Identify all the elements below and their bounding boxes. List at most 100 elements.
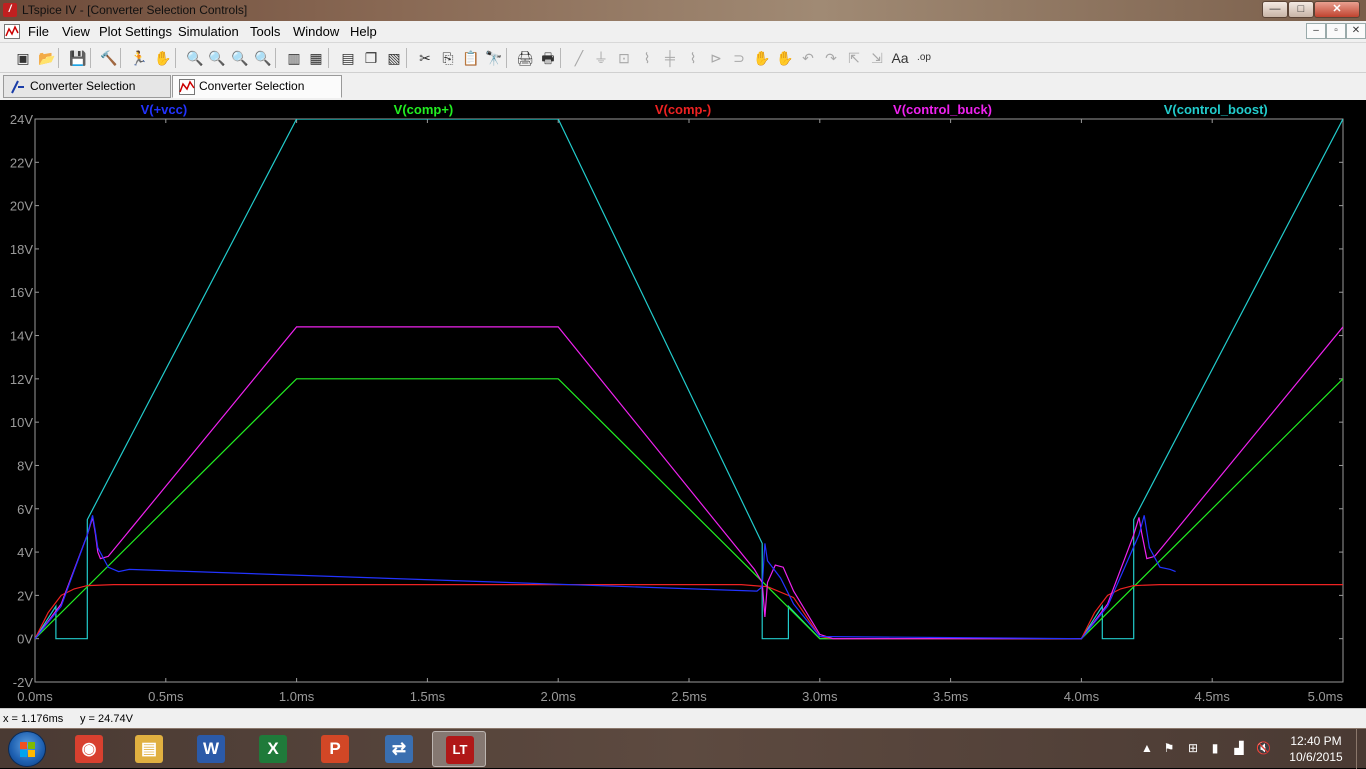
legend-label: V(control_boost) bbox=[1164, 102, 1268, 117]
action-center-flag-icon[interactable]: ⚑ bbox=[1162, 741, 1176, 755]
find-icon[interactable]: 🔭 bbox=[484, 48, 504, 68]
series-line-Vcontrol_buck bbox=[35, 326, 1343, 640]
zoom-in-icon[interactable]: 🔍 bbox=[185, 48, 205, 68]
menu-tools[interactable]: Tools bbox=[250, 24, 280, 39]
mirror-icon[interactable]: ⇲ bbox=[867, 48, 887, 68]
print-preview-icon[interactable]: 🖨 bbox=[515, 48, 535, 68]
taskbar-excel-button[interactable]: X bbox=[246, 731, 300, 767]
zoom-back-icon[interactable]: 🔍 bbox=[207, 48, 227, 68]
new-schematic-icon[interactable]: ▣ bbox=[13, 48, 33, 68]
tab-waveform[interactable]: Converter Selection Controls bbox=[172, 75, 342, 114]
save-icon[interactable]: 💾 bbox=[68, 48, 88, 68]
run-icon[interactable]: 🏃 bbox=[129, 48, 149, 68]
resistor-icon[interactable]: ⌇ bbox=[637, 48, 657, 68]
taskbar-word-button[interactable]: W bbox=[184, 731, 238, 767]
taskbar-powerpoint-button[interactable]: P bbox=[308, 731, 362, 767]
network-signal-icon[interactable]: ▟ bbox=[1232, 741, 1246, 755]
copy-icon[interactable]: ⎘ bbox=[438, 48, 458, 68]
cascade-icon[interactable]: ❐ bbox=[361, 48, 381, 68]
capacitor-icon[interactable]: ╪ bbox=[660, 48, 680, 68]
mdi-restore-button[interactable]: ▫ bbox=[1326, 23, 1346, 39]
tab-schematic[interactable]: Converter Selection Controls bbox=[3, 75, 171, 114]
wire-icon[interactable]: ╱ bbox=[569, 48, 589, 68]
remote-icon: ⇄ bbox=[385, 735, 413, 763]
title-bar[interactable]: / LTspice IV - [Converter Selection Cont… bbox=[0, 0, 1366, 21]
menu-window[interactable]: Window bbox=[293, 24, 339, 39]
x-tick-label: 0.5ms bbox=[148, 689, 184, 704]
close-button[interactable]: ✕ bbox=[1314, 1, 1360, 18]
ground-icon[interactable]: ⏚ bbox=[591, 48, 611, 68]
excel-icon: X bbox=[259, 735, 287, 763]
mdi-close-button[interactable]: ✕ bbox=[1346, 23, 1366, 39]
toolbar-separator bbox=[275, 48, 276, 68]
show-desktop-button[interactable] bbox=[1356, 729, 1366, 769]
print-icon[interactable]: 🖶 bbox=[538, 48, 558, 68]
rotate-icon[interactable]: ⇱ bbox=[844, 48, 864, 68]
taskbar-remote-button[interactable]: ⇄ bbox=[372, 731, 426, 767]
show-hidden-icons-icon[interactable]: ▲ bbox=[1140, 741, 1154, 755]
maximize-button[interactable]: □ bbox=[1288, 1, 1314, 18]
y-tick-label: 22V bbox=[10, 155, 33, 170]
menu-plot-settings[interactable]: Plot Settings bbox=[99, 24, 172, 39]
drag-icon[interactable]: ✋ bbox=[775, 48, 795, 68]
windows-flag-icon bbox=[20, 742, 35, 757]
tile-horizontal-icon[interactable]: ▤ bbox=[338, 48, 358, 68]
system-tray: ▲ ⚑ ⊞ ▮ ▟ 🔇 bbox=[1138, 733, 1278, 765]
move-icon[interactable]: ✋ bbox=[752, 48, 772, 68]
toolbar-separator bbox=[58, 48, 59, 68]
taskbar-ltspice-button[interactable]: LT bbox=[432, 731, 486, 767]
control-panel-icon[interactable]: 🔨 bbox=[99, 48, 119, 68]
text-icon[interactable]: Aa bbox=[890, 48, 910, 68]
taskbar-chrome-button[interactable]: ◉ bbox=[62, 731, 116, 767]
clock-date[interactable]: 10/6/2015 bbox=[1284, 750, 1348, 764]
undo-icon[interactable]: ↶ bbox=[798, 48, 818, 68]
series-line-Vvcc bbox=[35, 515, 1176, 640]
spice-directive-icon[interactable]: .op bbox=[914, 48, 934, 68]
menu-help[interactable]: Help bbox=[350, 24, 377, 39]
y-tick-label: 10V bbox=[10, 415, 33, 430]
y-tick-label: 0V bbox=[17, 632, 33, 647]
start-button[interactable] bbox=[8, 731, 46, 767]
redo-icon[interactable]: ↷ bbox=[821, 48, 841, 68]
menu-simulation[interactable]: Simulation bbox=[178, 24, 239, 39]
diode-icon[interactable]: ⊳ bbox=[706, 48, 726, 68]
y-tick-label: 8V bbox=[17, 458, 33, 473]
zoom-fit-icon[interactable]: ▦ bbox=[306, 48, 326, 68]
open-icon[interactable]: 📂 bbox=[37, 48, 57, 68]
x-tick-label: 0.0ms bbox=[17, 689, 53, 704]
plot-canvas[interactable]: -2V 0V 2V 4V 6V 8V 10V 12V 14V 16V 18V 20V 22V 24V 0.0… bbox=[0, 100, 1366, 708]
ltspice-app-icon[interactable]: / bbox=[3, 3, 17, 17]
inductor-icon[interactable]: ⌇ bbox=[683, 48, 703, 68]
schematic-icon bbox=[11, 80, 24, 94]
legend-label: V(comp+) bbox=[394, 102, 454, 117]
cut-icon[interactable]: ✂ bbox=[415, 48, 435, 68]
component-icon[interactable]: ⊃ bbox=[729, 48, 749, 68]
tile-vertical-icon[interactable]: ▧ bbox=[384, 48, 404, 68]
clock-time[interactable]: 12:40 PM bbox=[1284, 734, 1348, 748]
powerpoint-icon: P bbox=[321, 735, 349, 763]
halt-icon[interactable]: ✋ bbox=[153, 48, 173, 68]
label-net-icon[interactable]: ⊡ bbox=[614, 48, 634, 68]
window-title: LTspice IV - [Converter Selection Contro… bbox=[22, 3, 248, 17]
device-icon[interactable]: ▮ bbox=[1208, 741, 1222, 755]
y-tick-label: 14V bbox=[10, 329, 33, 344]
waveform-plot[interactable]: -2V 0V 2V 4V 6V 8V 10V 12V 14V 16V 18V 20V 22V 24V 0.0… bbox=[0, 100, 1366, 708]
volume-muted-icon[interactable]: 🔇 bbox=[1256, 741, 1271, 755]
menu-file[interactable]: File bbox=[28, 24, 49, 39]
taskbar-explorer-button[interactable]: ▤ bbox=[122, 731, 176, 767]
paste-icon[interactable]: 📋 bbox=[461, 48, 481, 68]
menu-view[interactable]: View bbox=[62, 24, 90, 39]
windows-update-icon[interactable]: ⊞ bbox=[1186, 741, 1200, 755]
x-tick-label: 2.5ms bbox=[671, 689, 707, 704]
legend-label: V(comp-) bbox=[655, 102, 711, 117]
minimize-button[interactable]: — bbox=[1262, 1, 1288, 18]
zoom-out-icon[interactable]: 🔍 bbox=[230, 48, 250, 68]
zoom-cancel-icon[interactable]: 🔍 bbox=[253, 48, 273, 68]
mdi-minimize-button[interactable]: – bbox=[1306, 23, 1326, 39]
autorange-icon[interactable]: ▥ bbox=[284, 48, 304, 68]
cursor-x-readout: x = 1.176ms bbox=[3, 713, 64, 725]
series-line-Vcomp bbox=[35, 378, 1343, 640]
y-tick-label: 24V bbox=[10, 112, 33, 127]
ltspice-icon: LT bbox=[446, 736, 474, 764]
waveform-doc-icon[interactable] bbox=[4, 24, 20, 39]
